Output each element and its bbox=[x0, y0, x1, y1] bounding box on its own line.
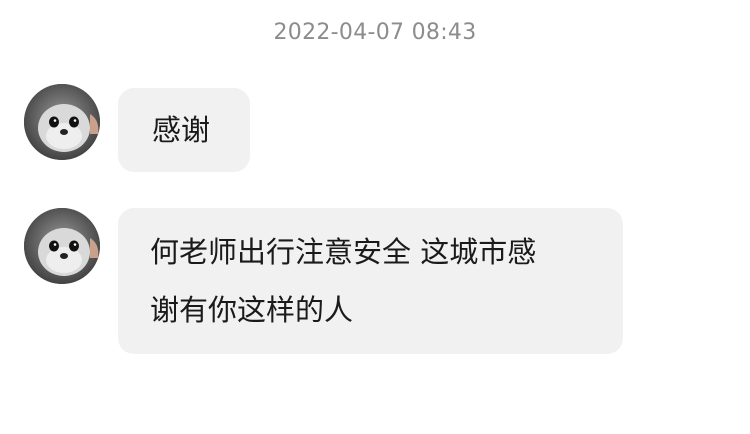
chat-view: 2022-04-07 08:43 感谢 何老师出行注意安全 这城市感 谢有你这样… bbox=[0, 0, 750, 434]
seal-avatar-icon bbox=[24, 84, 100, 160]
message-timestamp: 2022-04-07 08:43 bbox=[273, 20, 477, 45]
sender-avatar[interactable] bbox=[24, 208, 100, 284]
message-text-line: 何老师出行注意安全 这城市感 bbox=[150, 235, 537, 269]
message-bubble[interactable]: 何老师出行注意安全 这城市感 谢有你这样的人 bbox=[118, 208, 623, 354]
seal-avatar-icon bbox=[24, 208, 100, 284]
sender-avatar[interactable] bbox=[24, 84, 100, 160]
message-text-line: 谢有你这样的人 bbox=[150, 293, 354, 327]
message-bubble[interactable]: 感谢 bbox=[118, 88, 250, 172]
message-text: 感谢 bbox=[152, 113, 211, 147]
